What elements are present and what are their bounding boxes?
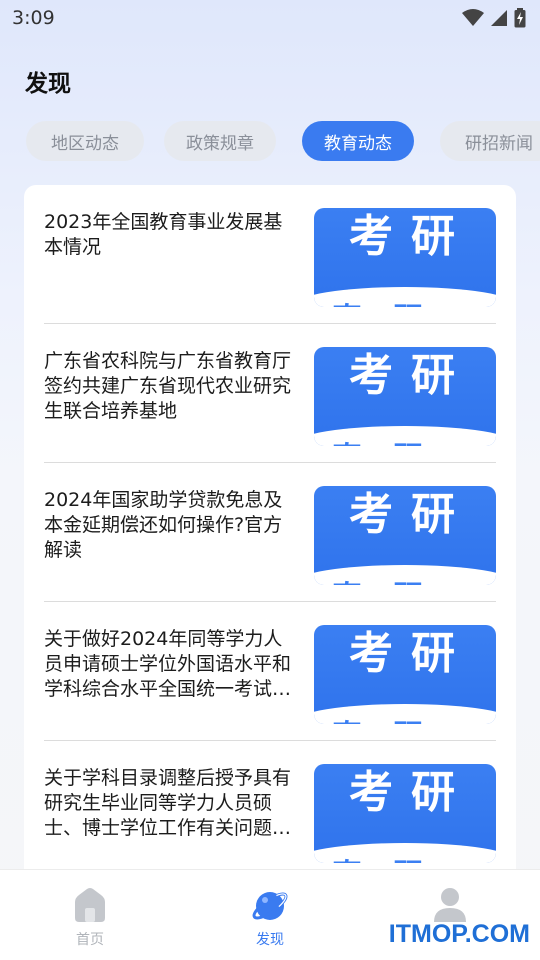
cellular-signal-icon <box>491 10 507 26</box>
planet-icon <box>252 892 288 920</box>
news-title: 广东省农科院与广东省教育厅签约共建广东省现代农业研究生联合培养基地 <box>44 350 292 422</box>
page-title: 发现 <box>25 71 71 97</box>
tab-policy-regulations[interactable]: 政策规章 <box>164 121 276 161</box>
news-item[interactable]: 2023年全国教育事业发展基本情况 考研 直题 <box>44 185 496 324</box>
news-thumbnail: 考研 直题 <box>314 625 496 724</box>
thumbnail-heading: 考研 <box>349 350 473 401</box>
tab-education-news[interactable]: 教育动态 <box>302 121 414 161</box>
news-item[interactable]: 2024年国家助学贷款免息及本金延期偿还如何操作?官方解读 考研 直题 <box>44 463 496 602</box>
news-title: 2024年国家助学贷款免息及本金延期偿还如何操作?官方解读 <box>44 489 283 561</box>
watermark: ITMOP.COM <box>388 920 530 948</box>
tab-admissions-news[interactable]: 研招新闻 <box>440 121 540 161</box>
news-title: 关于学科目录调整后授予具有研究生毕业同等学力人员硕士、博士学位工作有关问题的通知 <box>44 767 292 839</box>
profile-icon <box>434 888 466 922</box>
thumbnail-subheading: 直题 <box>332 711 452 724</box>
nav-item-discover[interactable]: 发现 <box>180 870 360 960</box>
status-time: 3:09 <box>12 7 55 29</box>
thumbnail-subheading: 直题 <box>332 850 452 863</box>
news-title: 2023年全国教育事业发展基本情况 <box>44 211 283 258</box>
thumbnail-subheading: 直题 <box>332 294 452 307</box>
thumbnail-heading: 考研 <box>349 211 473 262</box>
status-bar: 3:09 <box>0 0 540 36</box>
thumbnail-heading: 考研 <box>349 628 473 679</box>
nav-label-home: 首页 <box>76 932 104 948</box>
thumbnail-subheading: 直题 <box>332 433 452 446</box>
nav-label-discover: 发现 <box>256 932 284 948</box>
news-thumbnail: 考研 直题 <box>314 347 496 446</box>
news-item[interactable]: 关于学科目录调整后授予具有研究生毕业同等学力人员硕士、博士学位工作有关问题的通知… <box>44 741 496 880</box>
news-thumbnail: 考研 直题 <box>314 486 496 585</box>
tab-regional-news[interactable]: 地区动态 <box>26 121 144 161</box>
news-item[interactable]: 关于做好2024年同等学力人员申请硕士学位外国语水平和学科综合水平全国统一考试工… <box>44 602 496 741</box>
thumbnail-heading: 考研 <box>349 489 473 540</box>
wifi-icon <box>462 9 484 26</box>
status-icons <box>462 8 526 28</box>
thumbnail-subheading: 直题 <box>332 572 452 585</box>
battery-icon <box>514 8 526 28</box>
news-item[interactable]: 广东省农科院与广东省教育厅签约共建广东省现代农业研究生联合培养基地 考研 直题 <box>44 324 496 463</box>
thumbnail-heading: 考研 <box>349 767 473 818</box>
nav-item-home[interactable]: 首页 <box>0 870 180 960</box>
news-thumbnail: 考研 直题 <box>314 208 496 307</box>
home-icon <box>75 888 105 922</box>
news-title: 关于做好2024年同等学力人员申请硕士学位外国语水平和学科综合水平全国统一考试工… <box>44 628 292 700</box>
news-thumbnail: 考研 直题 <box>314 764 496 863</box>
category-tabs: 地区动态 政策规章 教育动态 研招新闻 <box>26 121 540 161</box>
